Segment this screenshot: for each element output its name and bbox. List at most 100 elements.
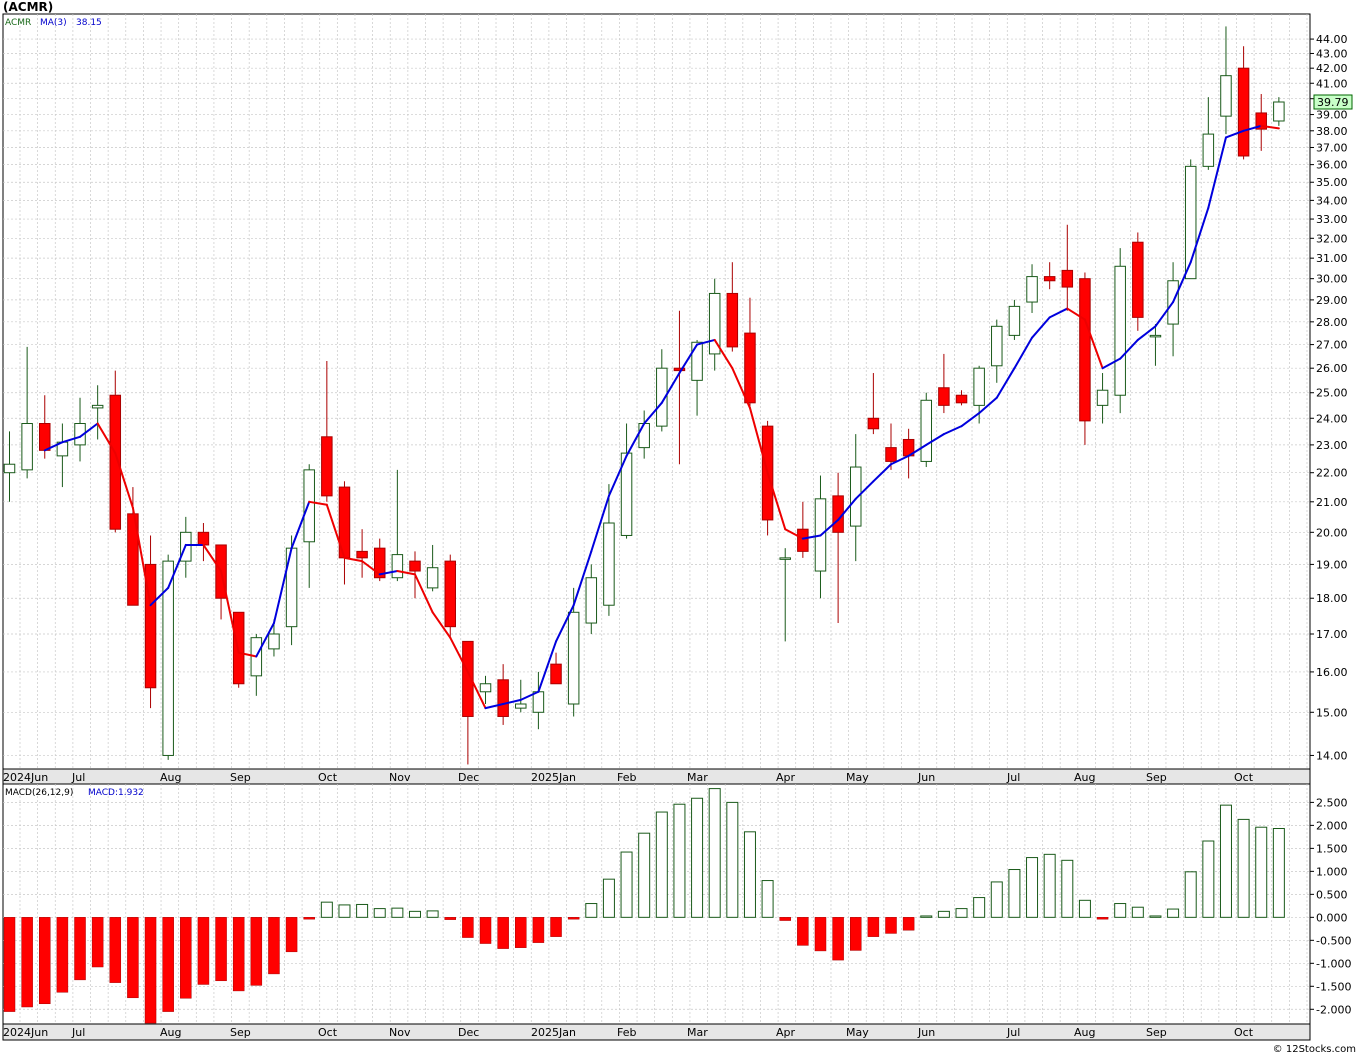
y-tick-label: 16.00 xyxy=(1316,666,1348,679)
candle xyxy=(1132,232,1144,331)
macd-x-tick-label: Sep xyxy=(1146,1026,1167,1039)
macd-bar xyxy=(515,917,527,948)
macd-bar xyxy=(550,917,562,937)
macd-x-tick-label: Jul xyxy=(1006,1026,1020,1039)
macd-bar xyxy=(74,917,86,981)
macd-bar xyxy=(920,915,933,918)
candle-body xyxy=(885,447,897,462)
candle-body xyxy=(1061,269,1074,288)
y-tick-label: 37.00 xyxy=(1316,141,1348,154)
y-tick-label: 41.00 xyxy=(1316,77,1348,90)
y-tick-label: 44.00 xyxy=(1316,33,1348,46)
macd-bar xyxy=(973,897,986,918)
macd-bar xyxy=(1149,915,1162,918)
macd-bar xyxy=(162,917,174,1012)
macd-bar xyxy=(937,910,950,918)
x-tick-label: Nov xyxy=(389,771,411,784)
x-tick-label: Jul xyxy=(71,771,85,784)
candle-body xyxy=(268,633,280,650)
x-tick-label: Jun xyxy=(917,771,935,784)
macd-bar xyxy=(567,917,580,920)
legend-macd-value: MACD:1.932 xyxy=(88,788,144,798)
y-tick-label: 26.00 xyxy=(1316,362,1348,375)
candle-body xyxy=(1237,67,1250,157)
x-tick-label: Jul xyxy=(1006,771,1020,784)
macd-x-tick-label: Mar xyxy=(687,1026,708,1039)
macd-bar xyxy=(814,917,827,952)
y-tick-label: 28.00 xyxy=(1316,316,1348,329)
macd-bar xyxy=(320,901,333,918)
macd-bar xyxy=(1043,853,1056,918)
macd-bar xyxy=(532,917,545,943)
y-tick-label: 42.00 xyxy=(1316,62,1348,75)
macd-bar xyxy=(885,917,897,934)
legend-macd-label: MACD(26,12,9) xyxy=(5,788,73,798)
macd-bar xyxy=(585,903,598,918)
candle-body xyxy=(1096,389,1109,406)
candle-body xyxy=(497,679,509,717)
last-price-tag: 39.79 xyxy=(1313,94,1353,110)
macd-bar xyxy=(3,917,16,1012)
macd-x-tick-label: Jun xyxy=(917,1026,935,1039)
candle-body xyxy=(444,560,456,628)
x-tick-label: Dec xyxy=(458,771,479,784)
macd-bar xyxy=(21,917,33,1008)
macd-bar xyxy=(479,917,492,944)
candle-body xyxy=(479,683,492,693)
macd-bar xyxy=(1219,804,1232,918)
candle-body xyxy=(744,332,756,404)
candle-body xyxy=(515,703,527,709)
macd-y-tick-label: 2.000 xyxy=(1316,819,1348,832)
macd-x-tick-label: Sep xyxy=(230,1026,251,1039)
y-tick-label: 43.00 xyxy=(1316,47,1348,60)
macd-bar xyxy=(1078,899,1091,918)
y-tick-label: 30.00 xyxy=(1316,273,1348,286)
y-tick-label: 34.00 xyxy=(1316,194,1348,207)
candle xyxy=(761,420,774,536)
candle-body xyxy=(1079,278,1091,422)
macd-bar xyxy=(761,880,774,918)
x-tick-label: Mar xyxy=(687,771,708,784)
macd-bar xyxy=(391,907,404,918)
y-tick-label: 17.00 xyxy=(1316,628,1348,641)
candle-body xyxy=(938,387,950,406)
macd-x-tick-label: Feb xyxy=(617,1026,636,1039)
macd-bar xyxy=(1202,840,1215,918)
candle-body xyxy=(532,691,545,713)
macd-bar xyxy=(497,917,509,949)
y-tick-label: 27.00 xyxy=(1316,339,1348,352)
y-tick-label: 19.00 xyxy=(1316,558,1348,571)
candle-body xyxy=(3,463,16,474)
macd-bar xyxy=(1237,818,1250,918)
macd-bar xyxy=(462,917,474,938)
legend-ma-value: 38.15 xyxy=(76,18,102,28)
macd-x-tick-label: 2024Jun xyxy=(3,1026,48,1039)
macd-bar xyxy=(268,917,280,975)
macd-bar xyxy=(1255,826,1268,918)
y-tick-label: 29.00 xyxy=(1316,294,1348,307)
macd-x-tick-label: Oct xyxy=(318,1026,338,1039)
candle-body xyxy=(867,417,880,430)
macd-bar xyxy=(849,917,862,951)
price-date-axis xyxy=(2,768,1311,785)
legend-ma-label: MA(3) xyxy=(40,18,67,28)
x-tick-label: Apr xyxy=(776,771,796,784)
macd-bar xyxy=(691,797,704,918)
macd-bar xyxy=(726,801,739,918)
macd-bar xyxy=(356,903,369,918)
macd-x-tick-label: Aug xyxy=(160,1026,181,1039)
y-tick-label: 38.00 xyxy=(1316,125,1348,138)
x-tick-label: Oct xyxy=(1234,771,1254,784)
candle-body xyxy=(920,399,933,462)
x-tick-label: Sep xyxy=(230,771,251,784)
macd-bar xyxy=(338,904,351,918)
candle-body xyxy=(991,325,1003,367)
macd-bar xyxy=(1272,828,1285,918)
candle xyxy=(444,554,456,638)
x-tick-label: Aug xyxy=(1074,771,1095,784)
candle-body xyxy=(39,423,51,451)
last-price-value: 39.79 xyxy=(1317,96,1349,109)
macd-x-tick-label: Jul xyxy=(71,1026,85,1039)
macd-bar xyxy=(444,917,456,920)
macd-bar xyxy=(180,917,192,999)
